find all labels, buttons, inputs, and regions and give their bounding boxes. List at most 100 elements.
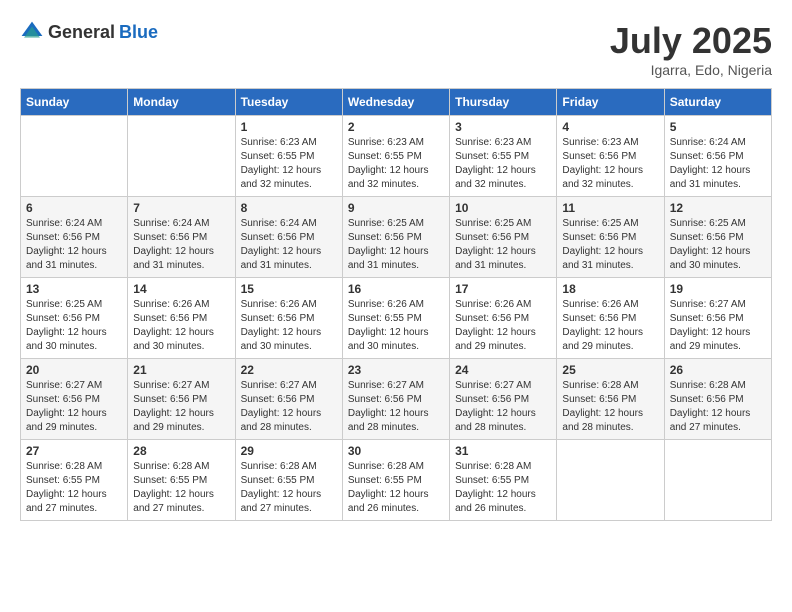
calendar-cell: 19 Sunrise: 6:27 AM Sunset: 6:56 PM Dayli… <box>664 278 771 359</box>
day-info: Sunrise: 6:26 AM Sunset: 6:56 PM Dayligh… <box>455 298 551 354</box>
day-header-wednesday: Wednesday <box>342 89 449 116</box>
day-number: 7 <box>133 201 229 215</box>
day-number: 9 <box>348 201 444 215</box>
day-number: 14 <box>133 282 229 296</box>
calendar-cell: 17 Sunrise: 6:26 AM Sunset: 6:56 PM Dayli… <box>450 278 557 359</box>
calendar-cell <box>557 440 664 521</box>
month-title: July 2025 <box>610 20 772 62</box>
day-header-thursday: Thursday <box>450 89 557 116</box>
day-number: 8 <box>241 201 337 215</box>
calendar-cell: 2 Sunrise: 6:23 AM Sunset: 6:55 PM Daylig… <box>342 116 449 197</box>
day-info: Sunrise: 6:27 AM Sunset: 6:56 PM Dayligh… <box>348 379 444 435</box>
day-number: 15 <box>241 282 337 296</box>
days-header-row: SundayMondayTuesdayWednesdayThursdayFrid… <box>21 89 772 116</box>
day-number: 11 <box>562 201 658 215</box>
week-row-1: 1 Sunrise: 6:23 AM Sunset: 6:55 PM Daylig… <box>21 116 772 197</box>
day-number: 27 <box>26 444 122 458</box>
calendar-cell: 29Sunrise: 6:28 AM Sunset: 6:55 PM Dayli… <box>235 440 342 521</box>
day-number: 10 <box>455 201 551 215</box>
day-number: 20 <box>26 363 122 377</box>
week-row-2: 6 Sunrise: 6:24 AM Sunset: 6:56 PM Daylig… <box>21 197 772 278</box>
logo-blue: Blue <box>119 22 158 43</box>
day-number: 18 <box>562 282 658 296</box>
day-number: 17 <box>455 282 551 296</box>
calendar-cell: 3Sunrise: 6:23 AM Sunset: 6:55 PM Daylig… <box>450 116 557 197</box>
day-number: 19 <box>670 282 766 296</box>
day-info: Sunrise: 6:25 AM Sunset: 6:56 PM Dayligh… <box>670 217 766 273</box>
day-info: Sunrise: 6:27 AM Sunset: 6:56 PM Dayligh… <box>133 379 229 435</box>
day-info: Sunrise: 6:23 AM Sunset: 6:56 PM Dayligh… <box>562 136 658 192</box>
calendar-cell: 9 Sunrise: 6:25 AM Sunset: 6:56 PM Daylig… <box>342 197 449 278</box>
logo-general: General <box>48 22 115 43</box>
day-info: Sunrise: 6:26 AM Sunset: 6:56 PM Dayligh… <box>562 298 658 354</box>
calendar-cell <box>664 440 771 521</box>
calendar-cell: 28 Sunrise: 6:28 AM Sunset: 6:55 PM Dayli… <box>128 440 235 521</box>
day-info: Sunrise: 6:28 AM Sunset: 6:56 PM Dayligh… <box>562 379 658 435</box>
day-info: Sunrise: 6:27 AM Sunset: 6:56 PM Dayligh… <box>670 298 766 354</box>
day-info: Sunrise: 6:25 AM Sunset: 6:56 PM Dayligh… <box>562 217 658 273</box>
day-info: Sunrise: 6:25 AM Sunset: 6:56 PM Dayligh… <box>26 298 122 354</box>
calendar-cell: 27Sunrise: 6:28 AM Sunset: 6:55 PM Dayli… <box>21 440 128 521</box>
logo: GeneralBlue <box>20 20 158 44</box>
day-number: 29 <box>241 444 337 458</box>
calendar-cell: 13 Sunrise: 6:25 AM Sunset: 6:56 PM Dayli… <box>21 278 128 359</box>
day-number: 31 <box>455 444 551 458</box>
day-info: Sunrise: 6:28 AM Sunset: 6:55 PM Dayligh… <box>133 460 229 516</box>
calendar-table: SundayMondayTuesdayWednesdayThursdayFrid… <box>20 88 772 521</box>
day-header-saturday: Saturday <box>664 89 771 116</box>
calendar-cell: 31 Sunrise: 6:28 AM Sunset: 6:55 PM Dayli… <box>450 440 557 521</box>
calendar-cell: 6 Sunrise: 6:24 AM Sunset: 6:56 PM Daylig… <box>21 197 128 278</box>
day-number: 2 <box>348 120 444 134</box>
calendar-cell: 15Sunrise: 6:26 AM Sunset: 6:56 PM Dayli… <box>235 278 342 359</box>
day-number: 26 <box>670 363 766 377</box>
day-info: Sunrise: 6:27 AM Sunset: 6:56 PM Dayligh… <box>26 379 122 435</box>
day-number: 13 <box>26 282 122 296</box>
day-info: Sunrise: 6:28 AM Sunset: 6:55 PM Dayligh… <box>455 460 551 516</box>
calendar-cell <box>128 116 235 197</box>
logo-icon <box>20 20 44 44</box>
day-info: Sunrise: 6:27 AM Sunset: 6:56 PM Dayligh… <box>241 379 337 435</box>
day-info: Sunrise: 6:23 AM Sunset: 6:55 PM Dayligh… <box>241 136 337 192</box>
day-number: 23 <box>348 363 444 377</box>
day-number: 30 <box>348 444 444 458</box>
day-number: 3 <box>455 120 551 134</box>
calendar-cell: 25 Sunrise: 6:28 AM Sunset: 6:56 PM Dayli… <box>557 359 664 440</box>
day-info: Sunrise: 6:25 AM Sunset: 6:56 PM Dayligh… <box>348 217 444 273</box>
day-number: 22 <box>241 363 337 377</box>
day-info: Sunrise: 6:24 AM Sunset: 6:56 PM Dayligh… <box>133 217 229 273</box>
day-info: Sunrise: 6:27 AM Sunset: 6:56 PM Dayligh… <box>455 379 551 435</box>
day-info: Sunrise: 6:28 AM Sunset: 6:55 PM Dayligh… <box>348 460 444 516</box>
day-info: Sunrise: 6:24 AM Sunset: 6:56 PM Dayligh… <box>26 217 122 273</box>
calendar-cell: 18 Sunrise: 6:26 AM Sunset: 6:56 PM Dayli… <box>557 278 664 359</box>
day-header-tuesday: Tuesday <box>235 89 342 116</box>
day-number: 21 <box>133 363 229 377</box>
day-number: 25 <box>562 363 658 377</box>
calendar-cell: 14Sunrise: 6:26 AM Sunset: 6:56 PM Dayli… <box>128 278 235 359</box>
title-block: July 2025 Igarra, Edo, Nigeria <box>610 20 772 78</box>
calendar-cell <box>21 116 128 197</box>
calendar-cell: 30 Sunrise: 6:28 AM Sunset: 6:55 PM Dayli… <box>342 440 449 521</box>
day-number: 1 <box>241 120 337 134</box>
week-row-5: 27 Sunrise: 6:28 AM Sunset: 6:55 PM Dayli… <box>21 440 772 521</box>
calendar-cell: 20 Sunrise: 6:27 AM Sunset: 6:56 PM Dayli… <box>21 359 128 440</box>
day-number: 5 <box>670 120 766 134</box>
day-number: 24 <box>455 363 551 377</box>
location: Igarra, Edo, Nigeria <box>610 62 772 78</box>
calendar-cell: 12 Sunrise: 6:25 AM Sunset: 6:56 PM Dayli… <box>664 197 771 278</box>
calendar-cell: 8Sunrise: 6:24 AM Sunset: 6:56 PM Daylig… <box>235 197 342 278</box>
calendar-cell: 1 Sunrise: 6:23 AM Sunset: 6:55 PM Daylig… <box>235 116 342 197</box>
page-header: GeneralBlue July 2025 Igarra, Edo, Niger… <box>20 20 772 78</box>
day-header-monday: Monday <box>128 89 235 116</box>
day-info: Sunrise: 6:24 AM Sunset: 6:56 PM Dayligh… <box>670 136 766 192</box>
day-info: Sunrise: 6:26 AM Sunset: 6:55 PM Dayligh… <box>348 298 444 354</box>
calendar-cell: 5 Sunrise: 6:24 AM Sunset: 6:56 PM Daylig… <box>664 116 771 197</box>
calendar-cell: 21 Sunrise: 6:27 AM Sunset: 6:56 PM Dayli… <box>128 359 235 440</box>
calendar-cell: 10Sunrise: 6:25 AM Sunset: 6:56 PM Dayli… <box>450 197 557 278</box>
day-number: 28 <box>133 444 229 458</box>
day-number: 6 <box>26 201 122 215</box>
day-number: 12 <box>670 201 766 215</box>
calendar-cell: 22 Sunrise: 6:27 AM Sunset: 6:56 PM Dayli… <box>235 359 342 440</box>
day-info: Sunrise: 6:28 AM Sunset: 6:56 PM Dayligh… <box>670 379 766 435</box>
day-info: Sunrise: 6:23 AM Sunset: 6:55 PM Dayligh… <box>348 136 444 192</box>
day-number: 16 <box>348 282 444 296</box>
